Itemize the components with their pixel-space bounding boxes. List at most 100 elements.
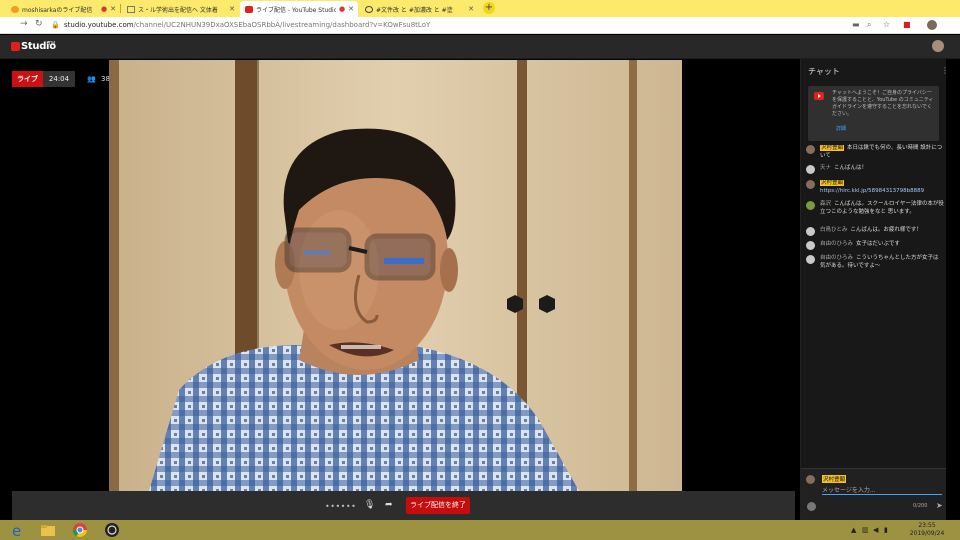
volume-icon[interactable]: ◀ bbox=[873, 526, 878, 534]
stream-control-bar bbox=[12, 491, 795, 520]
loading-icon bbox=[365, 5, 373, 13]
screen: moshisarkaのライブ配信 ● ✕ ス・ル学術出を配信へ 文体着 ✕ ライ… bbox=[0, 0, 960, 540]
chat-input-area: 沢村豊顕 メッセージを入力... 0/200 ➤ bbox=[801, 468, 946, 520]
tab-label: #文件改 と #加濃改 と #塗 bbox=[376, 6, 453, 14]
browser-tab-strip: moshisarkaのライブ配信 ● ✕ ス・ル学術出を配信へ 文体着 ✕ ライ… bbox=[0, 0, 960, 17]
battery-icon[interactable]: ▮ bbox=[884, 526, 888, 534]
webcam-frame bbox=[109, 60, 682, 491]
end-stream-button[interactable]: ライブ配信を終了 bbox=[406, 497, 470, 514]
chat-welcome-banner: チャットへようこそ！ご自身のプライバシーを保護することと、YouTube のコミ… bbox=[808, 86, 939, 141]
system-clock[interactable]: 23:55 2019/09/24 bbox=[905, 522, 949, 538]
chat-message-input[interactable]: メッセージを入力... bbox=[822, 485, 942, 495]
cast-icon[interactable]: ▬ bbox=[852, 20, 860, 29]
browser-tab-3-active[interactable]: ライブ配信 - YouTube Studio ● ✕ bbox=[240, 1, 358, 17]
url-host: studio.youtube.com bbox=[64, 21, 134, 29]
file-explorer-icon[interactable] bbox=[40, 522, 56, 538]
youtube-logo-icon[interactable] bbox=[11, 42, 20, 51]
browser-tab-2[interactable]: ス・ル学術出を配信へ 文体着 ✕ bbox=[122, 1, 239, 17]
windows-taskbar: e ▲ ▥ ◀ ▮ 23:55 2019/09/24 bbox=[0, 520, 960, 540]
video-preview[interactable] bbox=[109, 60, 682, 491]
chrome-icon[interactable] bbox=[72, 522, 88, 538]
profile-avatar[interactable] bbox=[927, 20, 937, 30]
chat-message: 沢村豊顕 本日は鍬でも何の、長い時間 設計について bbox=[806, 145, 944, 160]
close-tab-icon[interactable]: ✕ bbox=[468, 5, 474, 13]
char-counter: 0/200 bbox=[913, 503, 928, 509]
stream-health-indicator: •••••• bbox=[325, 502, 357, 511]
message-text: こんばんは。お疲れ様です！ bbox=[850, 227, 922, 233]
tab-divider bbox=[120, 4, 121, 13]
message-author[interactable]: 森沢 bbox=[820, 201, 831, 207]
self-avatar bbox=[806, 475, 815, 484]
message-text: こんばんは！ bbox=[834, 165, 868, 171]
viewers-icon: 👥 bbox=[87, 75, 96, 83]
tab-label: moshisarkaのライブ配信 bbox=[22, 6, 93, 14]
close-tab-icon[interactable]: ✕ bbox=[348, 5, 354, 13]
tab-favicon-icon bbox=[11, 5, 19, 13]
chat-title: チャット bbox=[808, 67, 840, 76]
zoom-icon[interactable]: ⌕ bbox=[867, 20, 871, 30]
emoji-icon[interactable] bbox=[807, 502, 816, 511]
tab-label: ライブ配信 - YouTube Studio bbox=[256, 6, 337, 14]
youtube-icon bbox=[245, 5, 253, 13]
live-chat-panel: チャット ⋮ チャットへようこそ！ご自身のプライバシーを保護することと、YouT… bbox=[800, 59, 946, 520]
scrollbar-gutter bbox=[946, 59, 960, 520]
back-arrow-icon[interactable]: → bbox=[20, 19, 28, 29]
internet-explorer-icon[interactable]: e bbox=[10, 522, 26, 540]
browser-tab-4[interactable]: #文件改 と #加濃改 と #塗 ✕ bbox=[360, 1, 478, 17]
message-text: 女子はだいぶです bbox=[856, 241, 900, 247]
lock-icon: 🔒 bbox=[51, 21, 60, 29]
chat-message: 自由のひろみ 女子はだいぶです bbox=[806, 241, 944, 250]
url-field[interactable]: studio.youtube.com/channel/UC2NHUN39DxaO… bbox=[64, 21, 430, 29]
url-path: /channel/UC2NHUN39DxaOXSEbaOSRbbA/livest… bbox=[133, 21, 431, 29]
user-avatar bbox=[806, 145, 815, 154]
browser-tab-1[interactable]: moshisarkaのライブ配信 ● ✕ bbox=[6, 1, 120, 17]
message-author[interactable]: 沢村豊顕 bbox=[820, 180, 845, 186]
new-tab-button[interactable]: + bbox=[483, 2, 495, 14]
user-avatar bbox=[806, 241, 815, 250]
address-bar: → ↻ 🔒 studio.youtube.com/channel/UC2NHUN… bbox=[0, 17, 960, 34]
share-arrow-icon[interactable]: ➦ bbox=[385, 500, 393, 510]
send-icon[interactable]: ➤ bbox=[936, 501, 943, 510]
message-author[interactable]: 沢村豊顕 bbox=[820, 145, 845, 151]
chat-message: 自由のひろみ こういうちゃんとした方が女子は気がある。待いですよ～ bbox=[806, 255, 944, 270]
close-tab-icon[interactable]: ✕ bbox=[110, 5, 116, 13]
tray-chevron-icon[interactable]: ▲ bbox=[851, 526, 856, 534]
bookmark-star-icon[interactable]: ☆ bbox=[883, 20, 890, 29]
message-link[interactable]: https://hirc.kkl.jp/58984313798b8889 bbox=[820, 188, 924, 194]
welcome-text: チャットへようこそ！ご自身のプライバシーを保護することと、YouTube のコミ… bbox=[832, 90, 934, 117]
document-icon bbox=[127, 5, 135, 13]
live-badge: ライブ bbox=[12, 71, 43, 87]
user-avatar bbox=[806, 227, 815, 236]
learn-more-link[interactable]: 詳細 bbox=[836, 125, 846, 132]
self-name: 沢村豊顕 bbox=[822, 475, 847, 483]
chat-message: 天ナ こんばんは！ bbox=[806, 165, 944, 174]
tab-label: ス・ル学術出を配信へ 文体着 bbox=[138, 6, 218, 14]
clock-time: 23:55 bbox=[918, 522, 936, 529]
close-tab-icon[interactable]: ✕ bbox=[229, 5, 235, 13]
account-avatar[interactable] bbox=[932, 40, 944, 52]
obs-icon[interactable] bbox=[104, 522, 120, 538]
tab-recording-icon: ● bbox=[339, 5, 346, 13]
message-author[interactable]: 天ナ bbox=[820, 165, 831, 171]
message-author[interactable]: 自由のひろみ bbox=[820, 241, 853, 247]
extension-icon[interactable]: ■ bbox=[903, 20, 911, 29]
message-text: こんばんは。スクールロイヤー法律の本が役立つこのような勉強をなと 思います。 bbox=[820, 201, 944, 215]
user-avatar bbox=[806, 180, 815, 189]
svg-text:e: e bbox=[12, 522, 21, 538]
clock-date: 2019/09/24 bbox=[909, 530, 945, 537]
chat-message: 白鳥ひとみ こんばんは。お疲れ様です！ bbox=[806, 227, 944, 236]
reload-icon[interactable]: ↻ bbox=[35, 19, 43, 29]
studio-header: Studio TM bbox=[0, 35, 960, 59]
user-avatar bbox=[806, 201, 815, 210]
chat-message: 森沢 こんばんは。スクールロイヤー法律の本が役立つこのような勉強をなと 思います。 bbox=[806, 201, 944, 216]
message-author[interactable]: 自由のひろみ bbox=[820, 255, 853, 261]
chat-message: 沢村豊顕 https://hirc.kkl.jp/58984313798b8889 bbox=[806, 180, 944, 195]
tab-audio-icon: ● bbox=[101, 5, 108, 13]
network-icon[interactable]: ▥ bbox=[862, 526, 869, 534]
microphone-icon[interactable]: 🎙 bbox=[364, 500, 375, 510]
logo-trademark: TM bbox=[48, 41, 56, 47]
youtube-icon bbox=[814, 92, 824, 100]
user-avatar bbox=[806, 255, 815, 264]
elapsed-time: 24:04 bbox=[43, 71, 75, 87]
message-author[interactable]: 白鳥ひとみ bbox=[820, 227, 847, 233]
